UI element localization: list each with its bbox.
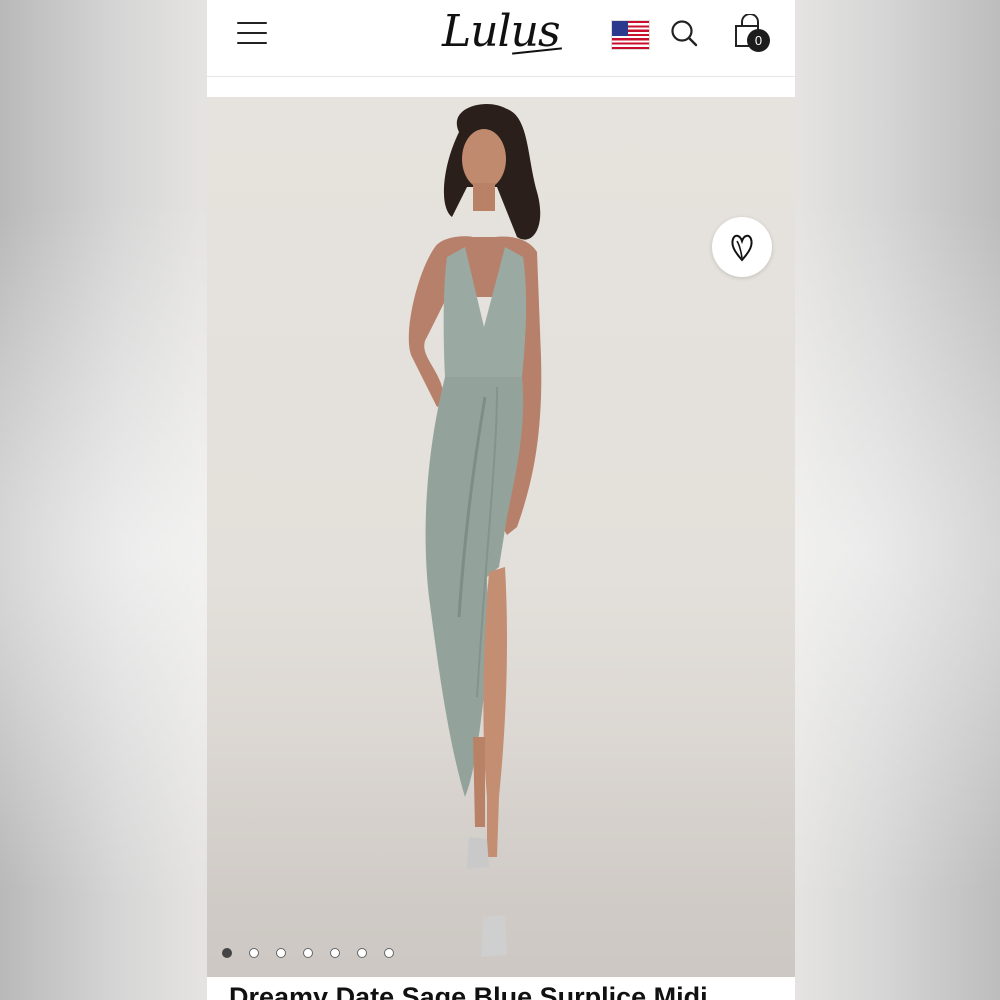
flag-canton — [612, 21, 628, 36]
carousel-dot-3[interactable] — [276, 948, 286, 958]
header-spacer — [207, 77, 795, 97]
carousel-dot-6[interactable] — [357, 948, 367, 958]
carousel-dot-2[interactable] — [249, 948, 259, 958]
product-image[interactable] — [207, 97, 795, 977]
mobile-screen: Lulus 0 Dreamy Date Sage Blue Surplice M… — [207, 0, 795, 1000]
us-flag-icon[interactable] — [611, 20, 650, 50]
heart-icon — [731, 234, 753, 262]
model-wearing-dress — [408, 103, 542, 957]
site-header: Lulus 0 — [207, 0, 795, 77]
carousel-dot-7[interactable] — [384, 948, 394, 958]
product-title: Dreamy Date Sage Blue Surplice Midi — [229, 982, 708, 1000]
carousel-dot-1[interactable] — [222, 948, 232, 958]
carousel-dot-4[interactable] — [303, 948, 313, 958]
hamburger-menu-icon[interactable] — [237, 22, 267, 44]
cart-count-badge: 0 — [747, 29, 770, 52]
lulus-logo[interactable]: Lulus — [442, 2, 562, 62]
wishlist-button[interactable] — [712, 217, 772, 277]
search-icon[interactable] — [670, 19, 698, 47]
carousel-dot-5[interactable] — [330, 948, 340, 958]
